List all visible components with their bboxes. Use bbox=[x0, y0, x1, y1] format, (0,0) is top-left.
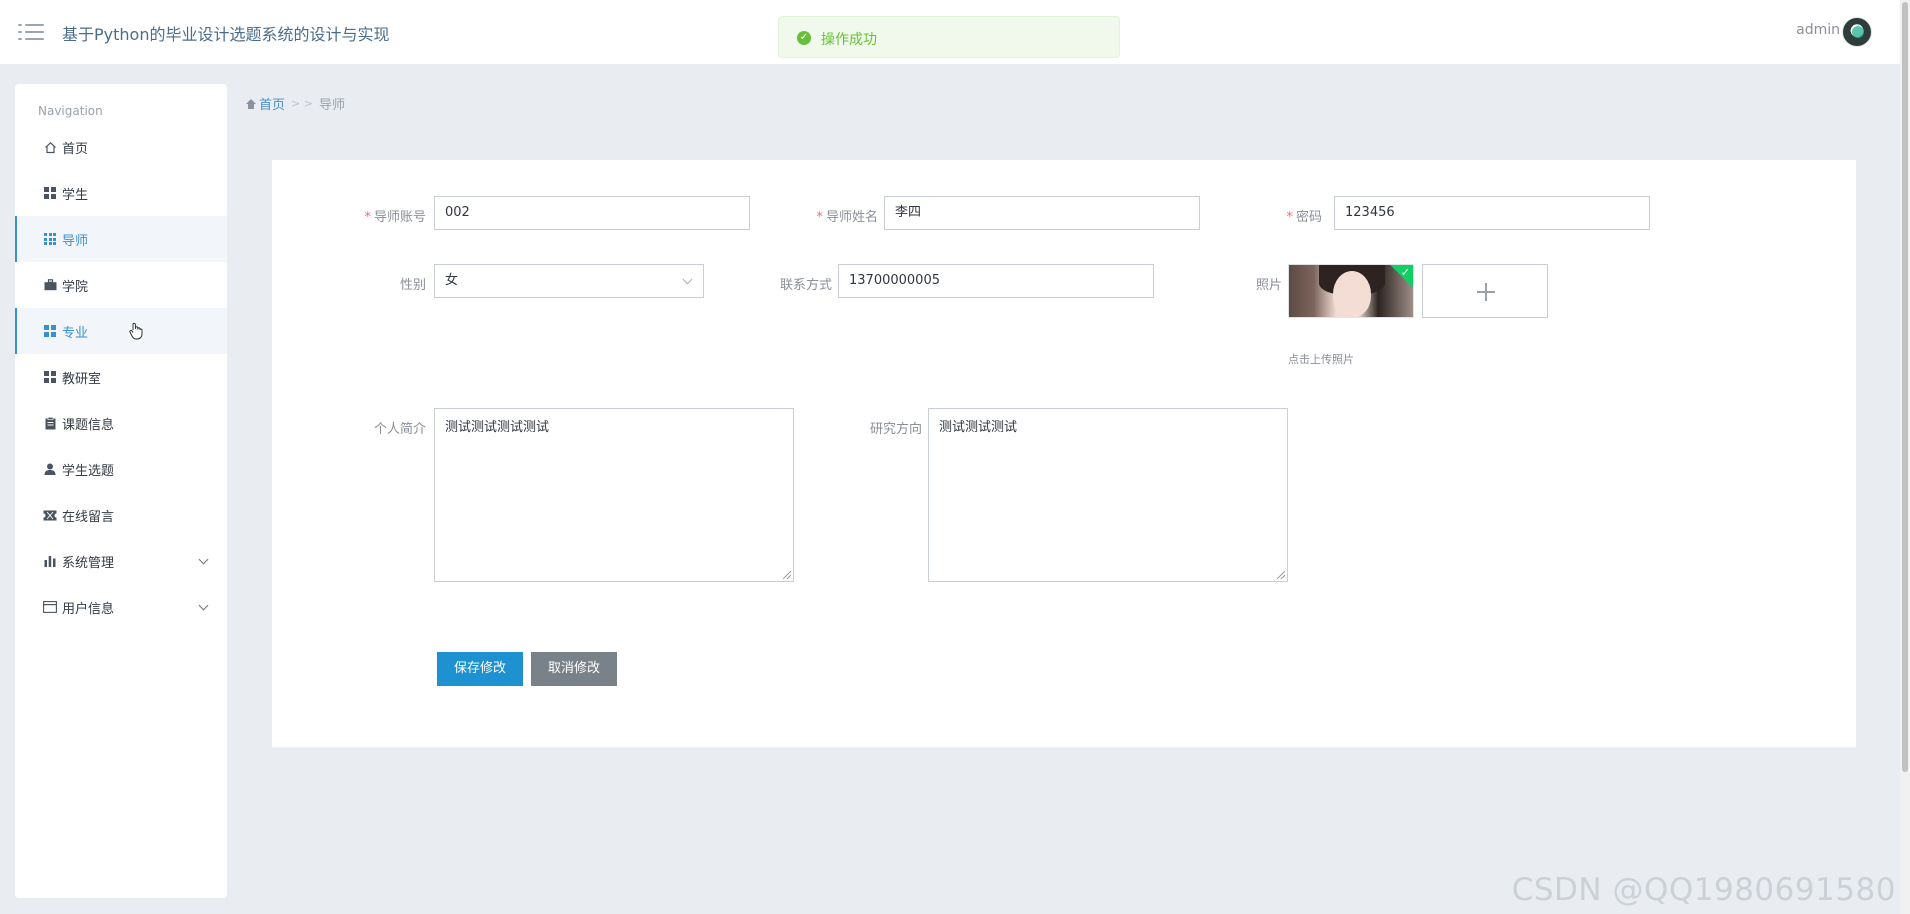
name-input[interactable]: 李四 bbox=[884, 196, 1200, 230]
sidebar-item-students[interactable]: 学生 bbox=[15, 170, 227, 216]
breadcrumb-current: 导师 bbox=[318, 98, 345, 113]
breadcrumb-home[interactable]: 首页 bbox=[246, 94, 285, 113]
check-icon: ✓ bbox=[1400, 266, 1410, 279]
breadcrumb-separator: > > bbox=[291, 97, 313, 110]
current-user-name[interactable]: admin bbox=[1796, 22, 1840, 38]
sidebar-item-label: 在线留言 bbox=[62, 509, 115, 525]
sidebar-item-colleges[interactable]: 学院 bbox=[15, 262, 227, 308]
sidebar-item-user-info[interactable]: 用户信息 bbox=[15, 584, 227, 630]
uploaded-photo[interactable]: ✓ bbox=[1288, 264, 1414, 318]
photo-label: 照片 bbox=[1255, 278, 1282, 293]
sidebar-item-label: 教研室 bbox=[62, 371, 102, 387]
scrollbar-thumb[interactable] bbox=[1902, 2, 1908, 772]
required-mark: * bbox=[1286, 210, 1293, 225]
chevron-down-icon bbox=[198, 554, 209, 565]
contact-label: 联系方式 bbox=[779, 278, 832, 293]
sidebar-item-topic-selection[interactable]: 学生选题 bbox=[15, 446, 227, 492]
sidebar-item-label: 课题信息 bbox=[62, 417, 115, 433]
sidebar-item-label: 系统管理 bbox=[62, 555, 115, 571]
user-avatar[interactable] bbox=[1842, 17, 1872, 47]
cancel-button[interactable]: 取消修改 bbox=[531, 652, 617, 686]
bar-chart-icon bbox=[43, 554, 57, 568]
nav-list: 首页 学生 导师 学院 专业 教研室 课题信息 学生选题 在线留言 系统管理 用… bbox=[15, 124, 227, 630]
sidebar-item-system-management[interactable]: 系统管理 bbox=[15, 538, 227, 584]
chevron-down-icon bbox=[198, 600, 209, 611]
breadcrumb-home-label: 首页 bbox=[259, 98, 286, 113]
sidebar-item-majors[interactable]: 专业 bbox=[15, 308, 227, 354]
sidebar-item-home[interactable]: 首页 bbox=[15, 124, 227, 170]
password-input[interactable]: 123456 bbox=[1334, 196, 1650, 230]
sidebar-item-teaching-office[interactable]: 教研室 bbox=[15, 354, 227, 400]
upload-tip: 点击上传照片 bbox=[1288, 353, 1354, 366]
ticket-icon bbox=[43, 508, 57, 522]
home-icon bbox=[43, 140, 57, 154]
tutor-edit-form: * 导师账号 002 * 导师姓名 李四 * 密码 123456 性别 女 联系方式 … bbox=[272, 160, 1856, 747]
sidebar-item-label: 首页 bbox=[62, 141, 89, 157]
gender-label: 性别 bbox=[399, 278, 426, 293]
resize-handle[interactable] bbox=[1277, 571, 1285, 579]
contact-input[interactable]: 13700000005 bbox=[838, 264, 1154, 298]
watermark: CSDN @QQ1980691580 bbox=[1511, 872, 1896, 908]
required-mark: * bbox=[364, 210, 371, 225]
app-title: 基于Python的毕业设计选题系统的设计与实现 bbox=[62, 25, 390, 44]
success-check-icon: ✓ bbox=[797, 31, 811, 45]
home-icon bbox=[246, 98, 256, 109]
photo-upload-button[interactable] bbox=[1422, 264, 1548, 318]
sidebar-item-label: 学院 bbox=[62, 279, 89, 295]
bio-text: 测试测试测试测试 bbox=[445, 420, 550, 435]
sidebar-item-label: 导师 bbox=[62, 233, 89, 249]
sidebar-item-label: 学生 bbox=[62, 187, 89, 203]
sidebar-item-messages[interactable]: 在线留言 bbox=[15, 492, 227, 538]
gender-select[interactable]: 女 bbox=[434, 264, 704, 298]
card-icon bbox=[43, 600, 57, 614]
clipboard-icon bbox=[43, 416, 57, 430]
sidebar-item-label: 学生选题 bbox=[62, 463, 115, 479]
grid-icon bbox=[43, 186, 57, 200]
nav-heading: Navigation bbox=[38, 104, 103, 118]
password-label: * 密码 bbox=[1286, 210, 1322, 225]
research-text: 测试测试测试 bbox=[939, 420, 1018, 435]
resize-handle[interactable] bbox=[783, 571, 791, 579]
account-input[interactable]: 002 bbox=[434, 196, 750, 230]
bio-textarea[interactable]: 测试测试测试测试 bbox=[434, 408, 794, 582]
gender-selected-value: 女 bbox=[445, 273, 459, 288]
user-icon bbox=[43, 462, 57, 476]
account-label: * 导师账号 bbox=[364, 210, 426, 225]
research-label: 研究方向 bbox=[869, 422, 922, 437]
menu-toggle-icon[interactable] bbox=[18, 22, 44, 42]
bio-label: 个人简介 bbox=[373, 422, 426, 437]
grid-icon bbox=[43, 324, 57, 338]
save-button[interactable]: 保存修改 bbox=[437, 652, 523, 686]
grid-icon bbox=[43, 370, 57, 384]
page-scrollbar[interactable] bbox=[1900, 0, 1910, 914]
sidebar-item-topics[interactable]: 课题信息 bbox=[15, 400, 227, 446]
hand-cursor-icon bbox=[129, 322, 143, 340]
sidebar-item-tutors[interactable]: 导师 bbox=[15, 216, 227, 262]
sidebar: Navigation 首页 学生 导师 学院 专业 教研室 课题信息 学生选题 … bbox=[15, 84, 227, 898]
chevron-down-icon bbox=[682, 274, 693, 285]
grid9-icon bbox=[43, 232, 57, 246]
research-textarea[interactable]: 测试测试测试 bbox=[928, 408, 1288, 582]
name-label: * 导师姓名 bbox=[816, 210, 878, 225]
toast-message: 操作成功 bbox=[821, 32, 877, 48]
required-mark: * bbox=[816, 210, 823, 225]
breadcrumb: 首页 > > 导师 bbox=[246, 94, 345, 113]
success-toast: ✓ 操作成功 bbox=[778, 16, 1120, 58]
sidebar-item-label: 用户信息 bbox=[62, 601, 115, 617]
sidebar-item-label: 专业 bbox=[62, 325, 89, 341]
briefcase-icon bbox=[43, 278, 57, 292]
